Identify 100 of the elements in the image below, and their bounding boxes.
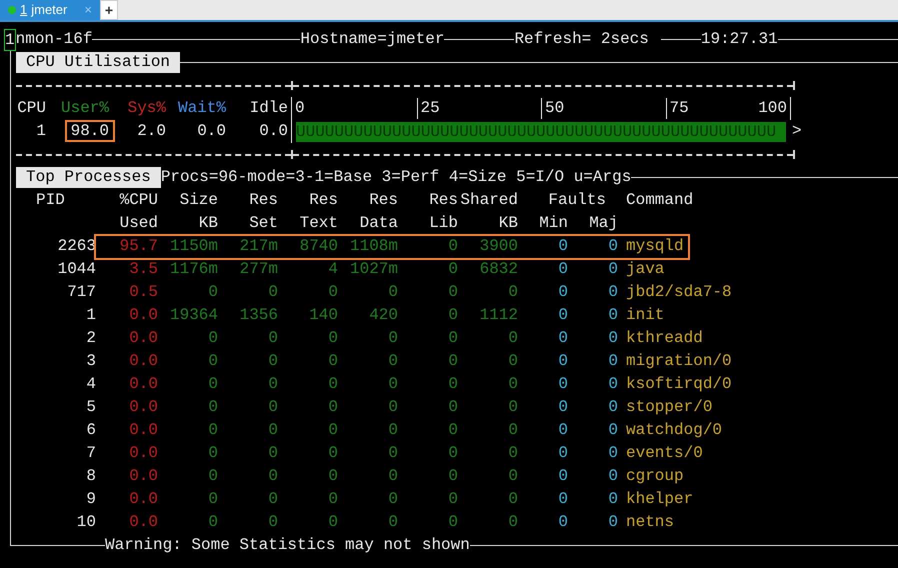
table-cell-text: 0.0 — [128, 328, 158, 349]
table-cell-text: 1356 — [238, 305, 278, 326]
table-cell-text: 0 — [447, 351, 458, 372]
command-cell-text: java — [626, 259, 664, 280]
table-cell-text: 0 — [207, 374, 218, 395]
command-cell-text: init — [626, 305, 664, 326]
command-cell-text: mysqld — [626, 236, 684, 257]
table-cell-text: 0 — [387, 420, 398, 441]
table-cell-text: 0 — [507, 351, 518, 372]
hostname-text: Hostname=jmeter — [300, 29, 444, 50]
table-cell-text: 0 — [447, 420, 458, 441]
table-cell-text: 0 — [207, 351, 218, 372]
table-cell-text: 420 — [368, 305, 398, 326]
table-cell-text: 0 — [447, 512, 458, 533]
scale-label: 100 — [757, 98, 787, 119]
table-cell-text: 0 — [507, 466, 518, 487]
table-cell-text: 0 — [267, 512, 278, 533]
table-cell-text: 140 — [308, 305, 338, 326]
column-header: Lib — [428, 213, 458, 234]
mode-line: Procs=96-mode=3-1=Base 3=Perf 4=Size 5=I/O u=Args — [160, 167, 632, 188]
scale-label: 75 — [666, 98, 689, 119]
table-cell-text: 3.5 — [128, 259, 158, 280]
table-cell-text: 0 — [207, 282, 218, 303]
terminal-tab[interactable]: 1 jmeter × — [0, 0, 100, 20]
column-header: Shared — [459, 190, 518, 211]
table-cell-text: 0 — [557, 351, 568, 372]
column-header: Res — [428, 190, 458, 211]
column-header: Wait% — [176, 98, 226, 119]
table-cell-text: 95.7 — [118, 236, 158, 257]
table-cell-text: 0 — [447, 328, 458, 349]
table-cell-text: 0 — [387, 374, 398, 395]
scale-label: 0 — [294, 98, 305, 119]
table-cell-text: 0 — [557, 466, 568, 487]
table-cell-text: 0 — [267, 466, 278, 487]
table-cell-text: 0 — [267, 420, 278, 441]
table-cell-text: 0 — [607, 420, 618, 441]
table-cell-text: 0 — [447, 443, 458, 464]
tab-number: 1 — [20, 1, 28, 20]
warning-text: Warning: Some Statistics may not shown — [105, 535, 470, 556]
table-cell-text: 0.0 — [128, 489, 158, 510]
table-cell-text: 0 — [327, 397, 338, 418]
table-cell-text: 0 — [447, 305, 458, 326]
command-cell-text: khelper — [626, 489, 694, 510]
table-cell-text: 0 — [207, 489, 218, 510]
table-cell-text: 0 — [327, 351, 338, 372]
table-cell-text: 0 — [207, 420, 218, 441]
table-cell-text: 0 — [387, 512, 398, 533]
command-cell-text: jbd2/sda7-8 — [626, 282, 732, 303]
pid-cell-text: 4 — [85, 374, 96, 395]
pid-cell-text: 8 — [85, 466, 96, 487]
table-cell-text: 0 — [267, 374, 278, 395]
close-icon[interactable]: × — [84, 0, 92, 20]
column-header: Res — [368, 190, 398, 211]
table-cell-text: 0 — [607, 236, 618, 257]
table-cell-text: 0 — [507, 282, 518, 303]
cpu-value: 0.0 — [259, 122, 288, 140]
cpu-value: 0.0 — [197, 122, 226, 140]
table-cell-text: 0 — [607, 282, 618, 303]
table-cell-text: 0 — [387, 489, 398, 510]
tab-label: jmeter — [31, 1, 68, 20]
table-cell-text: 0.0 — [128, 397, 158, 418]
table-cell-text: 0 — [507, 443, 518, 464]
table-cell-text: 0.5 — [128, 282, 158, 303]
pid-cell-text: 5 — [85, 397, 96, 418]
column-header: Data — [358, 213, 398, 234]
table-cell-text: 0 — [327, 374, 338, 395]
column-header: Res — [248, 190, 278, 211]
column-header: Idle — [248, 98, 288, 119]
table-cell-text: 0 — [387, 397, 398, 418]
table-cell-text: 0 — [207, 512, 218, 533]
new-tab-button[interactable]: + — [100, 0, 118, 20]
table-cell-text: 0 — [207, 466, 218, 487]
cpu-bar-fill: UUUUUUUUUUUUUUUUUUUUUUUUUUUUUUUUUUUUUUUUUUUUUUUUUU — [296, 122, 786, 142]
table-cell-text: 0 — [447, 466, 458, 487]
table-cell-text: 0 — [607, 351, 618, 372]
column-header: Command — [626, 190, 694, 211]
table-cell-text: 1027m — [348, 259, 398, 280]
command-cell-text: kthreadd — [626, 328, 703, 349]
pid-cell-text: 1 — [85, 305, 96, 326]
table-cell-text: 0 — [447, 259, 458, 280]
table-cell-text: 0.0 — [128, 305, 158, 326]
table-cell-text: 0 — [267, 351, 278, 372]
table-cell-text: 217m — [238, 236, 278, 257]
table-cell-text: 0 — [267, 282, 278, 303]
table-cell-text: 0 — [557, 236, 568, 257]
table-cell-text: 0 — [387, 466, 398, 487]
refresh-text: Refresh= 2secs — [514, 29, 649, 50]
table-cell-text: 0 — [507, 397, 518, 418]
table-cell-text: 277m — [238, 259, 278, 280]
table-cell-text: 0 — [557, 328, 568, 349]
table-cell-text: 0 — [507, 489, 518, 510]
command-cell-text: cgroup — [626, 466, 684, 487]
table-cell-text: 0 — [447, 489, 458, 510]
table-cell-text: 0 — [267, 397, 278, 418]
table-cell-text: 1112 — [478, 305, 518, 326]
table-cell-text: 0 — [507, 420, 518, 441]
table-cell-text: 0 — [607, 512, 618, 533]
pid-cell-text: 7 — [85, 443, 96, 464]
column-header: Min — [538, 213, 568, 234]
table-cell-text: 0 — [557, 305, 568, 326]
